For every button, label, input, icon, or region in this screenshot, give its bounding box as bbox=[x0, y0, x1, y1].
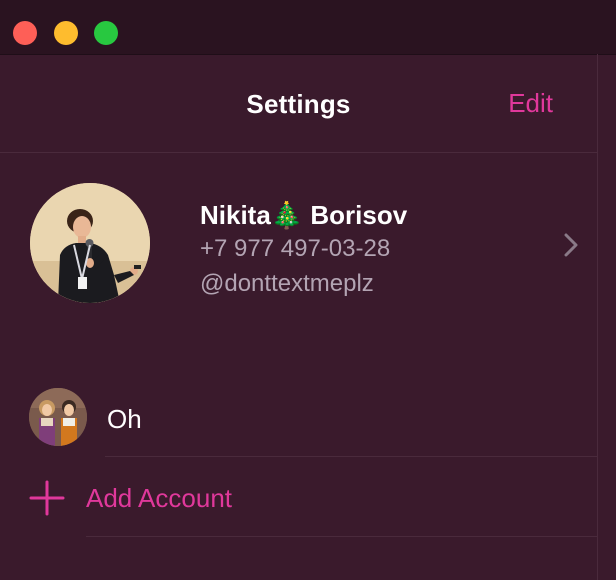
profile-avatar bbox=[30, 183, 150, 303]
profile-name: Nikita🎄 Borisov bbox=[200, 200, 408, 230]
account-avatar bbox=[29, 388, 87, 446]
profile-username: @donttextmeplz bbox=[200, 270, 374, 297]
add-account-button[interactable]: Add Account bbox=[0, 462, 597, 532]
account-name: Oh bbox=[107, 404, 142, 434]
add-account-label: Add Account bbox=[86, 483, 232, 513]
user-photo-icon bbox=[30, 183, 150, 303]
profile-card[interactable]: Nikita🎄 Borisov +7 977 497-03-28 @dontte… bbox=[0, 153, 597, 333]
maximize-window-button[interactable] bbox=[94, 21, 118, 45]
account-item[interactable]: Oh bbox=[0, 380, 597, 456]
plus-icon bbox=[29, 480, 65, 516]
panel-divider bbox=[597, 54, 598, 580]
account-divider bbox=[105, 456, 597, 457]
account-avatar-icon bbox=[29, 388, 87, 446]
add-account-divider bbox=[86, 536, 597, 537]
profile-phone: +7 977 497-03-28 bbox=[200, 235, 391, 262]
minimize-window-button[interactable] bbox=[54, 21, 78, 45]
edit-button[interactable]: Edit bbox=[508, 88, 553, 119]
chevron-right-icon bbox=[564, 233, 578, 257]
close-window-button[interactable] bbox=[13, 21, 37, 45]
settings-header: Settings Edit bbox=[0, 55, 597, 152]
title-bar bbox=[0, 0, 616, 55]
settings-window: Settings Edit Nikita🎄 Borisov +7 977 497… bbox=[0, 0, 616, 580]
